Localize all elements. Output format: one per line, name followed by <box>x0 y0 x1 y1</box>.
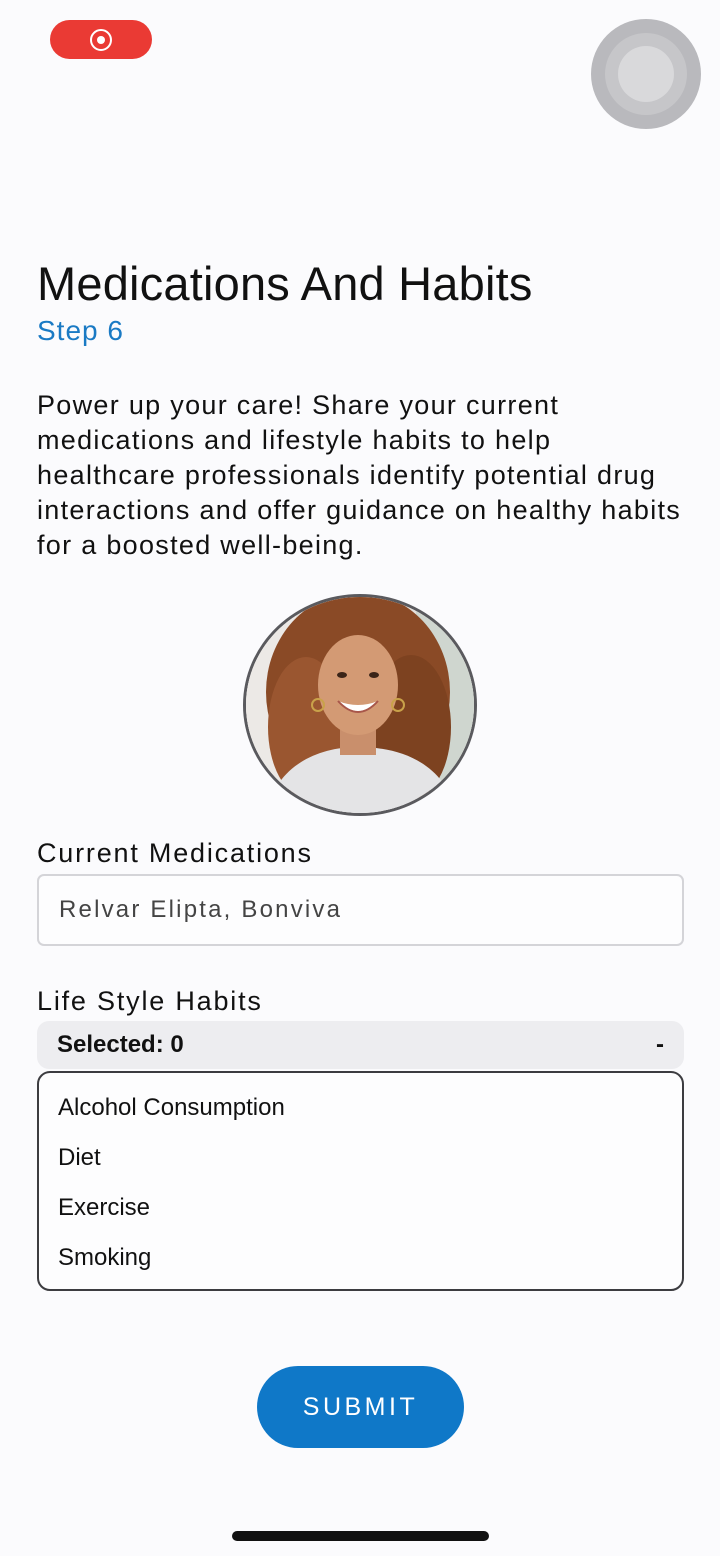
lifestyle-habits-label: Life Style Habits <box>37 986 263 1016</box>
home-indicator[interactable] <box>232 1531 489 1541</box>
record-icon <box>90 28 112 51</box>
assistive-touch-ring <box>605 33 687 115</box>
assistive-touch-button[interactable] <box>591 19 701 129</box>
option-alcohol-consumption[interactable]: Alcohol Consumption <box>39 1089 682 1139</box>
page-title: Medications And Habits <box>37 257 533 310</box>
selected-count: Selected: 0 <box>57 1031 184 1058</box>
screen: Medications And Habits Step 6 Power up y… <box>0 0 720 1556</box>
assistive-touch-icon <box>618 46 674 102</box>
option-smoking[interactable]: Smoking <box>39 1239 682 1289</box>
profile-photo <box>243 594 477 816</box>
option-exercise[interactable]: Exercise <box>39 1189 682 1239</box>
option-diet[interactable]: Diet <box>39 1139 682 1189</box>
collapse-icon[interactable]: - <box>656 1031 664 1059</box>
lifestyle-habits-select-header[interactable]: Selected: 0 - <box>37 1021 684 1069</box>
profile-photo-image <box>246 597 474 813</box>
lifestyle-habits-options: Alcohol Consumption Diet Exercise Smokin… <box>37 1071 684 1291</box>
current-medications-input[interactable] <box>37 874 684 946</box>
screen-recording-indicator[interactable] <box>50 20 152 59</box>
submit-button[interactable]: SUBMIT <box>257 1366 464 1448</box>
intro-description: Power up your care! Share your current m… <box>37 390 682 560</box>
current-medications-label: Current Medications <box>37 838 313 868</box>
step-indicator: Step 6 <box>37 315 124 346</box>
